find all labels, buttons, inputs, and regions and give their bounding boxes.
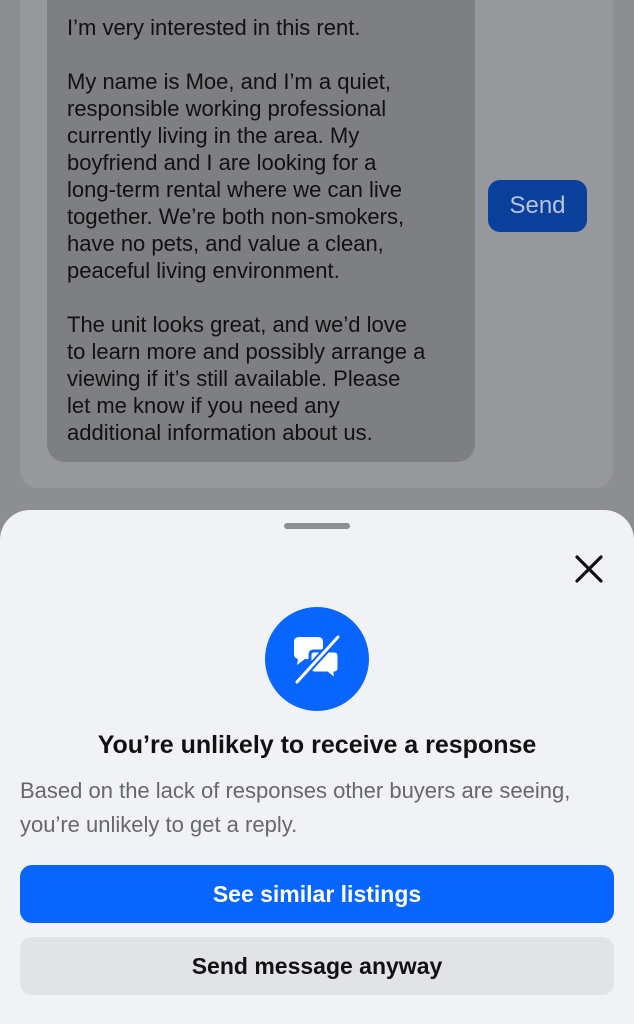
close-icon <box>575 555 603 583</box>
sheet-description: Based on the lack of responses other buy… <box>20 778 571 837</box>
see-similar-listings-button[interactable]: See similar listings <box>20 865 614 923</box>
send-button[interactable]: Send <box>488 180 587 232</box>
message-paragraph-3: The unit looks great, and we’d love to l… <box>67 312 426 445</box>
message-paragraph-2: My name is Moe, and I’m a quiet, respons… <box>67 69 405 283</box>
message-text-area[interactable]: I’m very interested in this rent. My nam… <box>47 0 475 462</box>
screen: I’m very interested in this rent. My nam… <box>0 0 634 1024</box>
send-message-anyway-button[interactable]: Send message anyway <box>20 937 614 995</box>
bottom-sheet: You’re unlikely to receive a response Ba… <box>0 510 634 1024</box>
sheet-title: You’re unlikely to receive a response <box>97 731 537 759</box>
close-button[interactable] <box>568 548 610 590</box>
sheet-grabber[interactable] <box>284 523 350 529</box>
chat-off-icon <box>265 607 369 711</box>
message-paragraph-1: I’m very interested in this rent. <box>67 15 361 40</box>
